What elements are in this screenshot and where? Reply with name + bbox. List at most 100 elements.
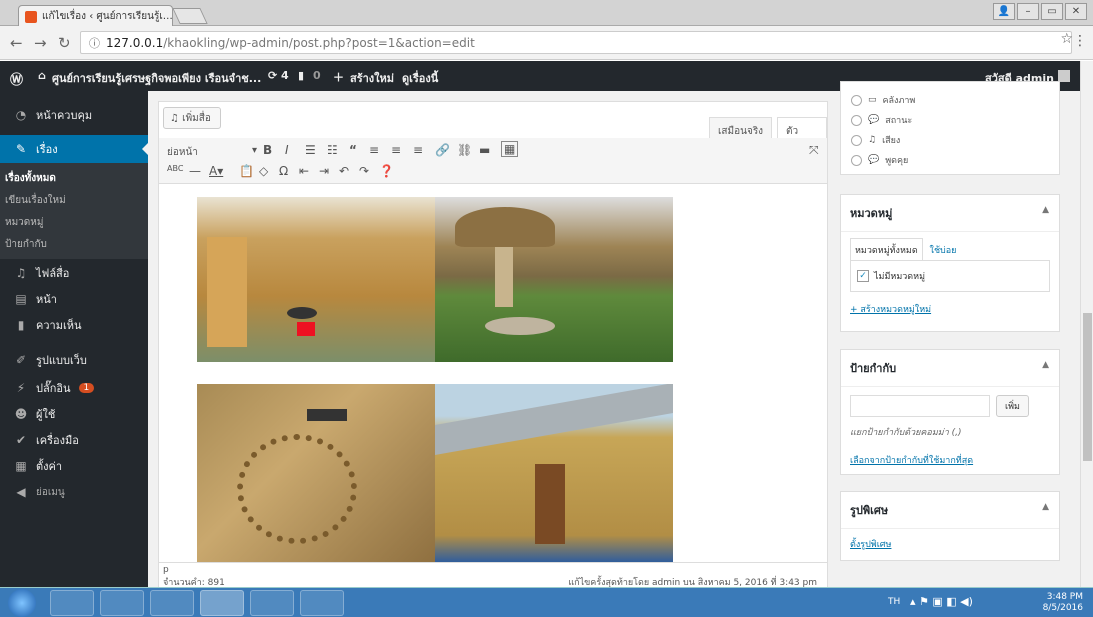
updates-count[interactable]: 4: [281, 69, 289, 82]
menu-media[interactable]: ♫ ไฟล์สื่อ: [0, 259, 148, 287]
add-tag-button[interactable]: เพิ่ม: [996, 395, 1029, 417]
post-image[interactable]: [197, 384, 435, 562]
submenu-categories[interactable]: หมวดหมู่: [5, 215, 43, 230]
plus-icon[interactable]: ＋: [333, 69, 344, 85]
help-icon[interactable]: ❓: [379, 164, 394, 178]
toggle-arrow-icon[interactable]: ▲: [1042, 502, 1049, 512]
featured-header[interactable]: รูปพิเศษ ▲: [841, 492, 1059, 529]
menu-collapse[interactable]: ◀ ย่อเมนู: [0, 478, 148, 506]
toggle-arrow-icon[interactable]: ▲: [1042, 205, 1049, 215]
new-content-link[interactable]: สร้างใหม่: [350, 69, 394, 87]
submenu-tags[interactable]: ป้ายกำกับ: [5, 237, 47, 252]
blockquote-icon[interactable]: “: [349, 143, 357, 157]
choose-tags-link[interactable]: เลือกจากป้ายกำกับที่ใช้มากที่สุด: [850, 456, 973, 466]
radio-button[interactable]: [851, 114, 862, 126]
unlink-icon[interactable]: ⛓: [457, 143, 472, 157]
toolbar-toggle-icon[interactable]: ▦: [501, 141, 519, 157]
undo-icon[interactable]: ↶: [339, 164, 349, 178]
view-post-link[interactable]: ดูเรื่องนี้: [402, 69, 438, 87]
format-option-chat[interactable]: 💬 พูดคุย: [851, 150, 1049, 170]
radio-button[interactable]: [851, 134, 862, 146]
menu-users[interactable]: ☻ ผู้ใช้: [0, 400, 148, 428]
read-more-icon[interactable]: ▬: [479, 143, 490, 157]
menu-comments[interactable]: ▮ ความเห็น: [0, 311, 148, 339]
format-select[interactable]: ย่อหน้า ▾: [167, 145, 257, 161]
checkbox[interactable]: ✓: [857, 270, 869, 282]
menu-pages[interactable]: ▤ หน้า: [0, 285, 148, 313]
comments-count[interactable]: 0: [313, 69, 321, 82]
fullscreen-icon[interactable]: ⤧: [809, 143, 819, 158]
bold-icon[interactable]: B: [263, 143, 272, 157]
tray-icons[interactable]: ▴ ⚑ ▣ ◧ ◀): [910, 595, 973, 608]
maximize-button[interactable]: ▭: [1041, 3, 1063, 20]
italic-icon[interactable]: I: [285, 143, 289, 157]
page-scrollbar[interactable]: [1080, 61, 1093, 587]
chrome-icon[interactable]: [200, 590, 244, 616]
forward-icon[interactable]: →: [34, 34, 47, 52]
menu-plugins[interactable]: ⚡ ปลั๊กอิน 1: [0, 374, 148, 402]
numbered-list-icon[interactable]: ☷: [327, 143, 338, 157]
wordpress-logo-icon[interactable]: Ⓦ: [10, 69, 23, 88]
horizontal-line-icon[interactable]: —: [189, 164, 201, 178]
back-icon[interactable]: ←: [10, 34, 23, 52]
link-icon[interactable]: 🔗: [435, 143, 450, 157]
format-option-gallery[interactable]: ▭ คลังภาพ: [851, 90, 1049, 110]
tab-most-used[interactable]: ใช้บ่อย: [930, 246, 957, 256]
radio-button[interactable]: [851, 94, 862, 106]
align-center-icon[interactable]: ≡: [391, 143, 401, 157]
chrome-menu-icon[interactable]: ⋮: [1073, 33, 1087, 49]
menu-dashboard[interactable]: ◔ หน้าควบคุม: [0, 101, 148, 129]
info-icon[interactable]: ⓘ: [89, 35, 100, 51]
scrollbar-thumb[interactable]: [1083, 313, 1092, 461]
outdent-icon[interactable]: ⇤: [299, 164, 309, 178]
tag-input[interactable]: [850, 395, 990, 417]
comments-icon[interactable]: ▮: [298, 69, 304, 82]
menu-tools[interactable]: ✔ เครื่องมือ: [0, 426, 148, 454]
outlook-icon[interactable]: [150, 590, 194, 616]
add-category-link[interactable]: + สร้างหมวดหมู่ใหม่: [850, 305, 931, 315]
tags-header[interactable]: ป้ายกำกับ ▲: [841, 350, 1059, 387]
submenu-all-posts[interactable]: เรื่องทั้งหมด: [5, 171, 56, 186]
format-option-audio[interactable]: ♫ เสียง: [851, 130, 1049, 150]
reload-icon[interactable]: ↻: [58, 34, 71, 52]
clock[interactable]: 3:48 PM 8/5/2016: [1043, 592, 1083, 614]
ie-icon[interactable]: [50, 590, 94, 616]
menu-appearance[interactable]: ✐ รูปแบบเว็บ: [0, 346, 148, 374]
language-indicator[interactable]: TH: [888, 597, 900, 607]
user-icon[interactable]: 👤: [993, 3, 1015, 20]
browser-tab[interactable]: แก้ไขเรื่อง ‹ ศูนย์การเรียนรู้เ… ✕: [18, 5, 173, 27]
editor-content[interactable]: [197, 197, 673, 562]
explorer-icon[interactable]: [100, 590, 144, 616]
format-option-status[interactable]: 💬 สถานะ: [851, 110, 1049, 130]
app-icon[interactable]: [250, 590, 294, 616]
menu-posts[interactable]: ✎ เรื่อง: [0, 135, 148, 163]
clear-formatting-icon[interactable]: ◇: [259, 164, 268, 178]
tab-all-categories[interactable]: หมวดหมู่ทั้งหมด: [850, 238, 923, 261]
set-featured-image-link[interactable]: ตั้งรูปพิเศษ: [850, 540, 891, 550]
updates-icon[interactable]: ⟳: [268, 69, 277, 82]
text-color-icon[interactable]: A▾: [209, 164, 223, 178]
bookmark-star-icon[interactable]: ☆: [1060, 31, 1073, 47]
paste-text-icon[interactable]: 📋: [239, 164, 254, 178]
align-right-icon[interactable]: ≡: [413, 143, 423, 157]
close-window-button[interactable]: ✕: [1065, 3, 1087, 20]
toggle-arrow-icon[interactable]: ▲: [1042, 360, 1049, 370]
strikethrough-icon[interactable]: ABC: [167, 164, 183, 173]
special-character-icon[interactable]: Ω: [279, 164, 288, 178]
post-image[interactable]: [197, 197, 435, 362]
minimize-button[interactable]: –: [1017, 3, 1039, 20]
menu-settings[interactable]: ▦ ตั้งค่า: [0, 452, 148, 480]
post-image[interactable]: [435, 197, 673, 362]
new-tab-button[interactable]: [172, 8, 208, 24]
redo-icon[interactable]: ↷: [359, 164, 369, 178]
radio-button[interactable]: [851, 154, 862, 166]
submenu-add-new[interactable]: เขียนเรื่องใหม่: [5, 193, 66, 208]
indent-icon[interactable]: ⇥: [319, 164, 329, 178]
url-input[interactable]: ⓘ 127.0.0.1/khaokling/wp-admin/post.php?…: [80, 31, 1072, 54]
bullet-list-icon[interactable]: ☰: [305, 143, 316, 157]
categories-header[interactable]: หมวดหมู่ ▲: [841, 195, 1059, 232]
start-button[interactable]: [8, 589, 36, 617]
post-image[interactable]: [435, 384, 673, 562]
home-icon[interactable]: ⌂: [38, 69, 46, 82]
align-left-icon[interactable]: ≡: [369, 143, 379, 157]
